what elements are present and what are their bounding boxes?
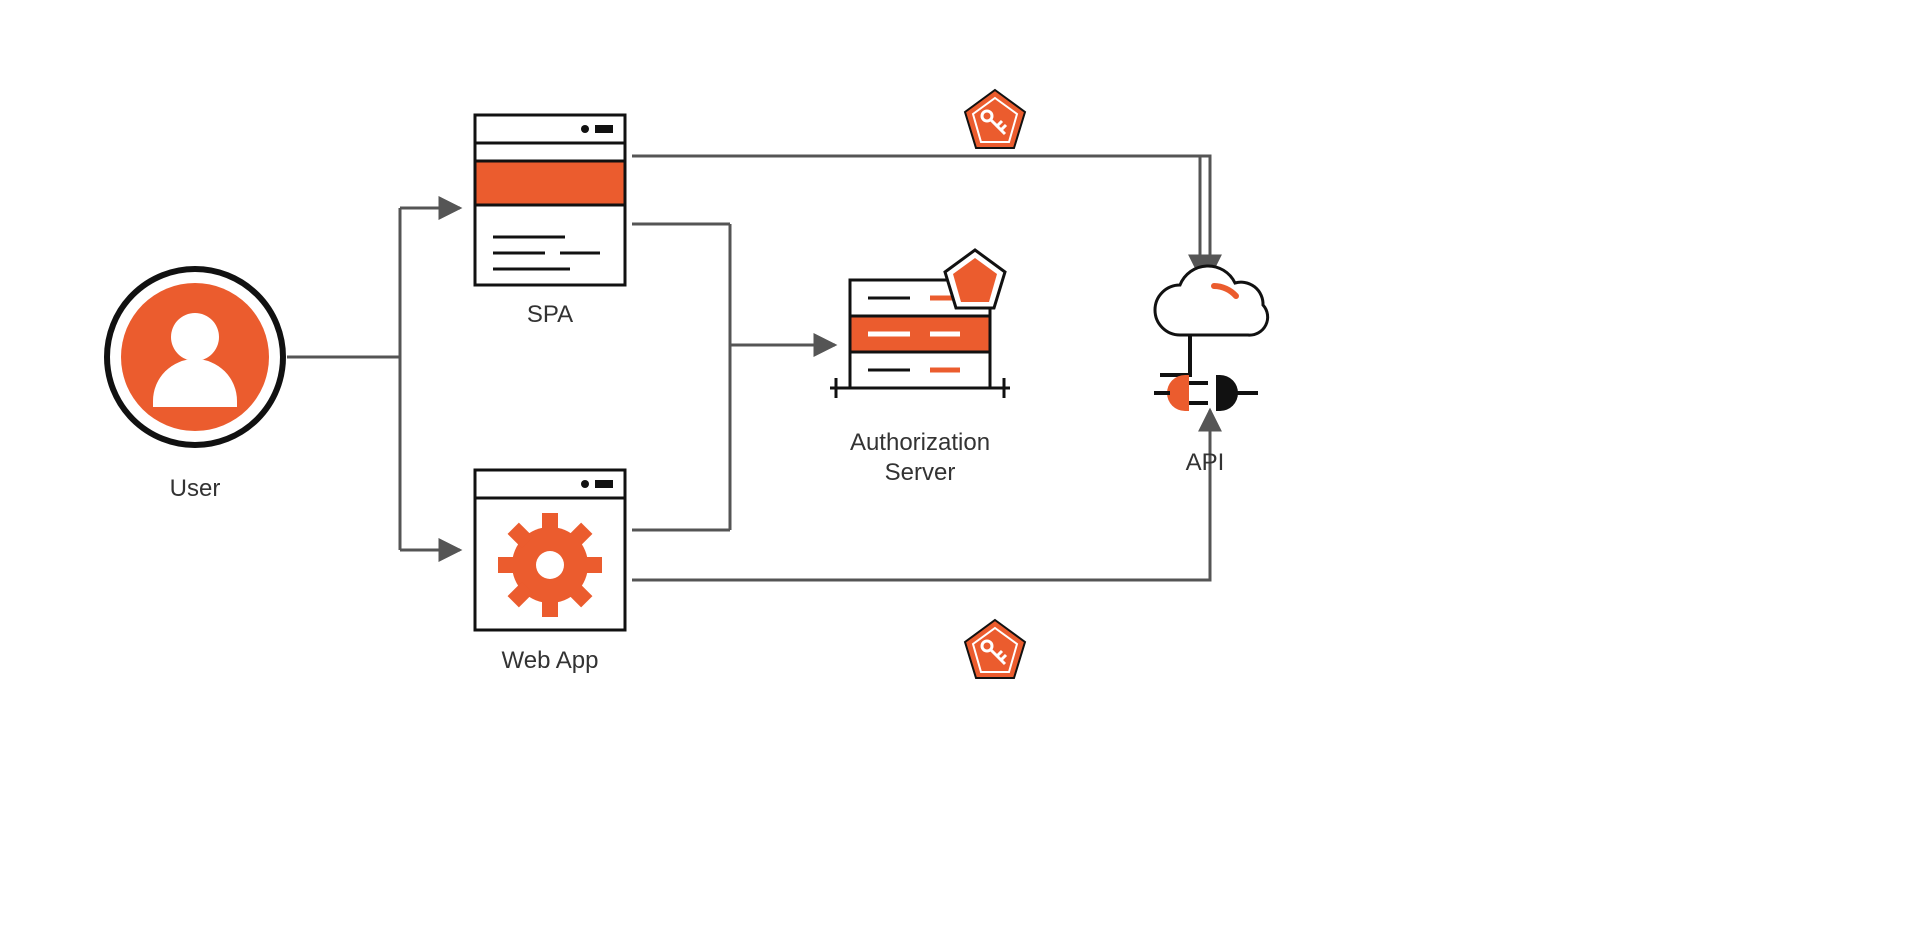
user-label: User xyxy=(170,475,221,502)
spa-label: SPA xyxy=(527,301,573,328)
edge-spa-auth xyxy=(632,224,730,345)
api-label: API xyxy=(1186,449,1225,476)
auth-label-2: Server xyxy=(885,459,956,486)
edges-group xyxy=(287,156,1210,580)
edge-user-split xyxy=(287,208,460,550)
webapp-label: Web App xyxy=(502,647,599,674)
edge-spa-to-api xyxy=(632,156,1210,276)
token-badge-bottom xyxy=(965,620,1025,678)
node-api xyxy=(1154,266,1268,411)
plug-icon xyxy=(1154,375,1258,411)
node-webapp xyxy=(475,470,625,639)
token-badge-top xyxy=(965,90,1025,148)
node-auth xyxy=(830,250,1010,398)
edge-webapp-auth xyxy=(632,345,835,530)
architecture-diagram: User SPA xyxy=(0,0,1916,941)
node-spa xyxy=(475,115,625,285)
edge-spa-api-2 xyxy=(632,156,1210,276)
edge-spa-api xyxy=(632,156,1200,276)
auth-label-1: Authorization xyxy=(850,429,990,456)
cloud-icon xyxy=(1155,266,1268,335)
node-user xyxy=(107,269,283,445)
